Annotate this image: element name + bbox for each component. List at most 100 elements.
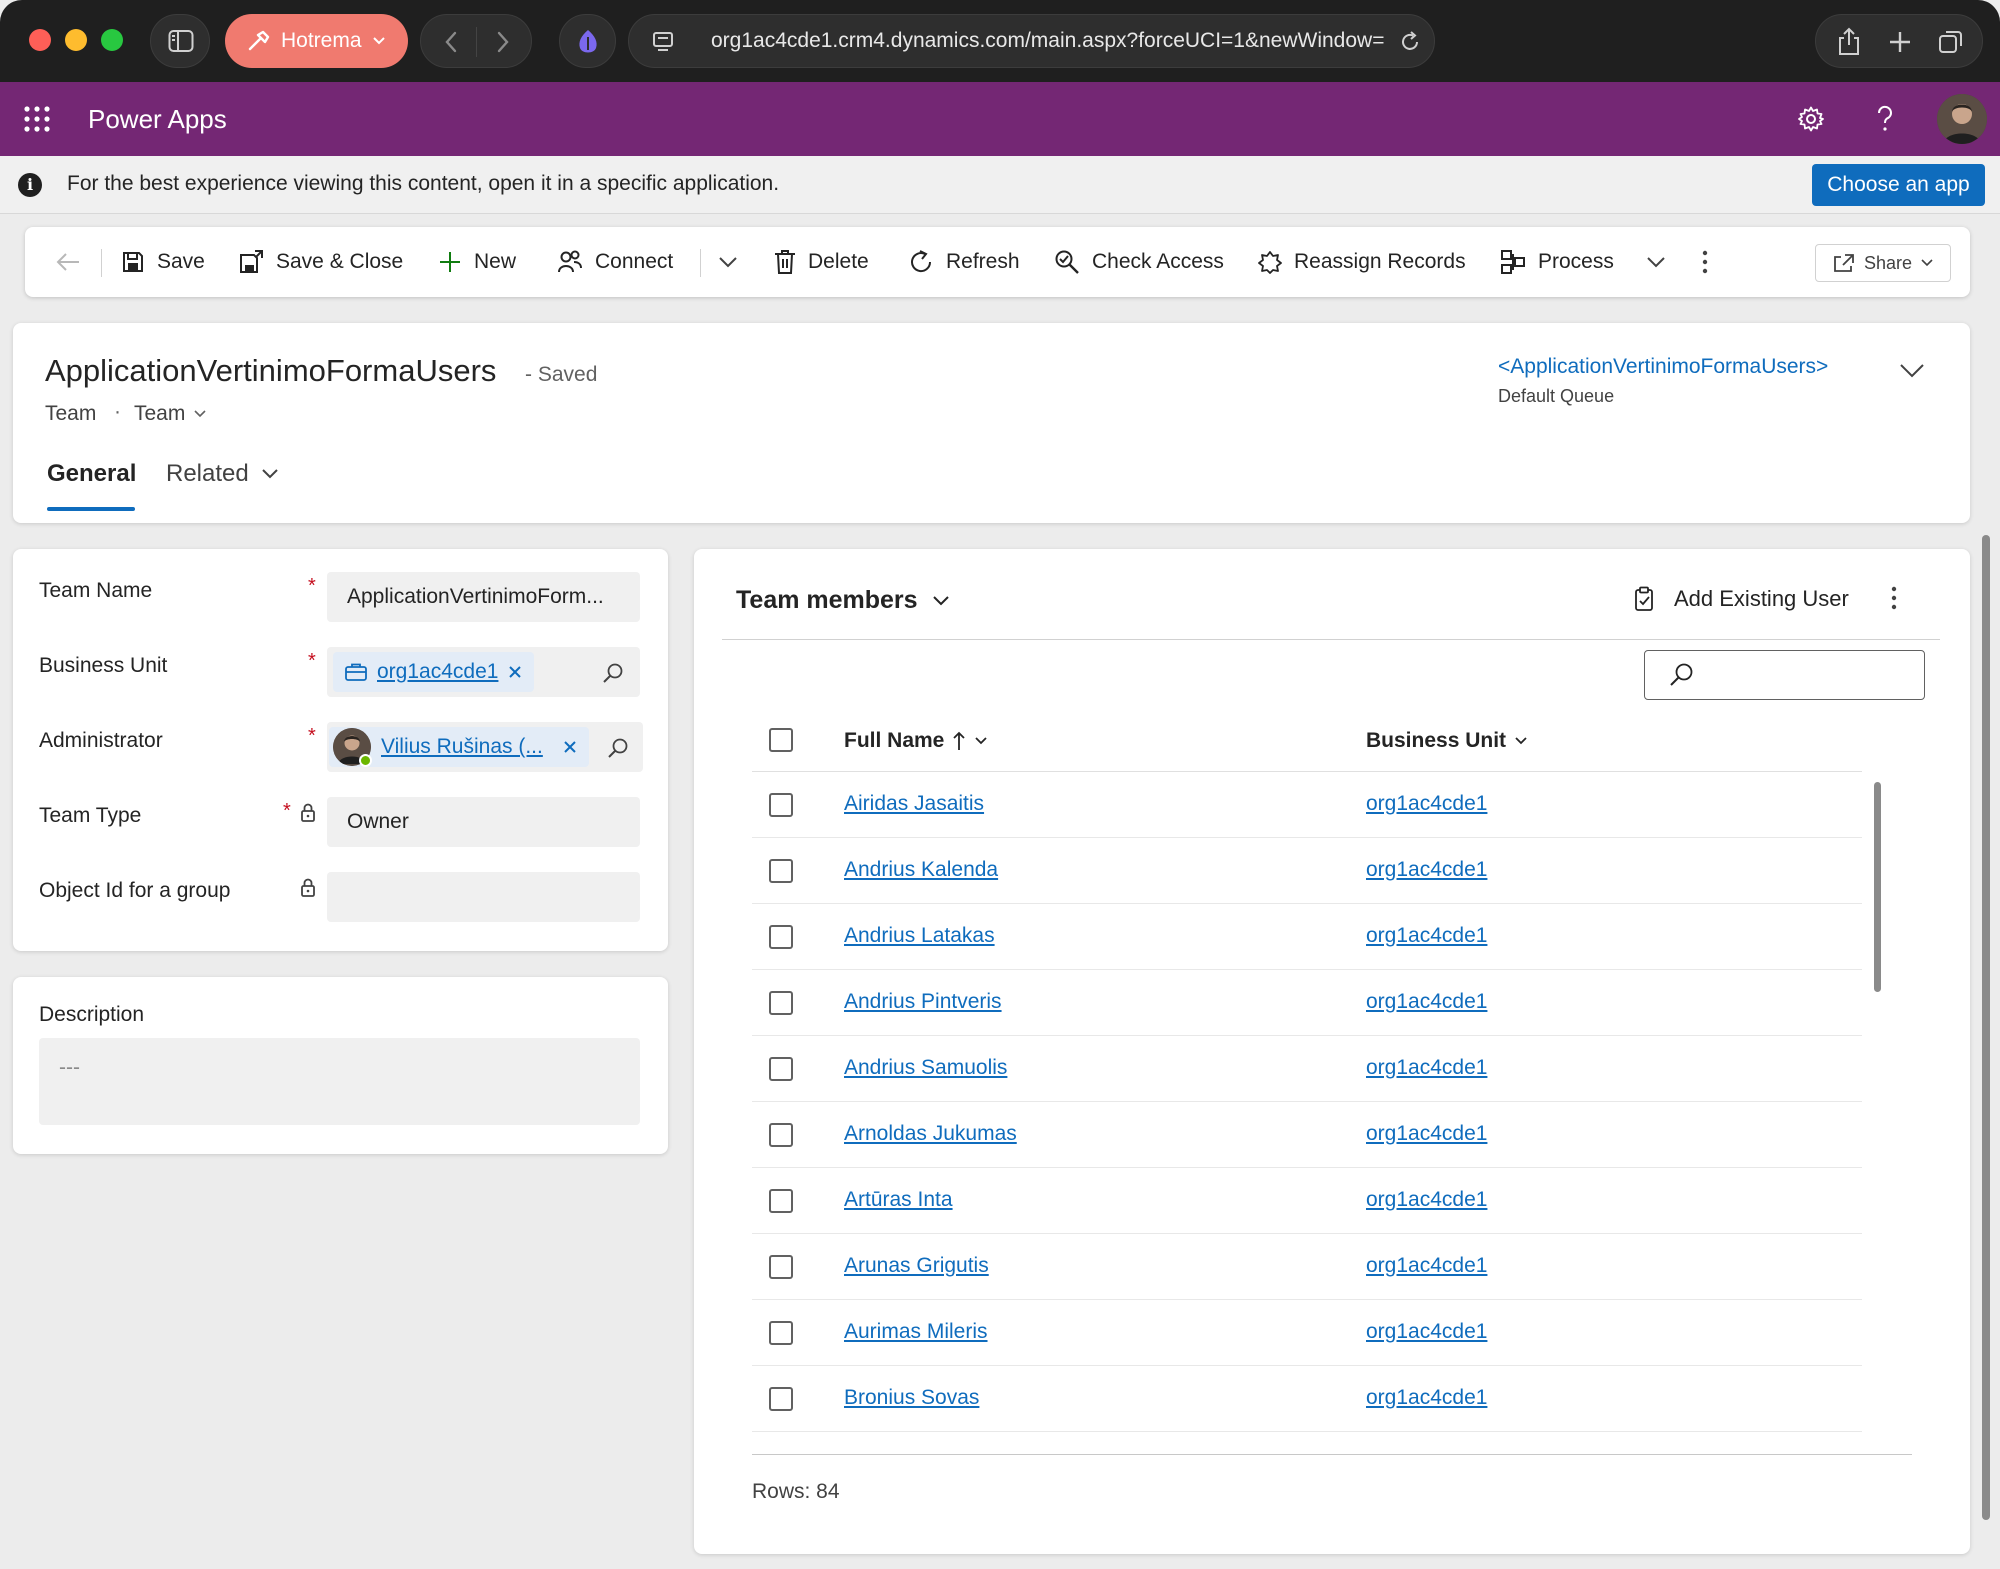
administrator-link[interactable]: Vilius Rušinas (... <box>381 735 543 759</box>
business-unit-link[interactable]: org1ac4cde1 <box>1366 924 1487 948</box>
share-page-icon[interactable] <box>1836 27 1862 57</box>
new-tab-icon[interactable] <box>1888 30 1912 54</box>
table-row[interactable]: Artūras Inta org1ac4cde1 <box>752 1168 1862 1234</box>
refresh-button[interactable]: Refresh <box>908 227 1020 297</box>
minimize-window-button[interactable] <box>65 29 87 51</box>
waffle-icon[interactable] <box>24 106 50 132</box>
address-bar[interactable]: org1ac4cde1.crm4.dynamics.com/main.aspx?… <box>628 14 1435 68</box>
form-selector[interactable]: Team <box>134 402 207 426</box>
row-checkbox[interactable] <box>769 1321 793 1345</box>
process-button[interactable]: Process <box>1500 227 1666 297</box>
business-unit-link[interactable]: org1ac4cde1 <box>1366 1386 1487 1410</box>
search-icon[interactable] <box>602 662 624 684</box>
save-button[interactable]: Save <box>121 227 205 297</box>
row-checkbox[interactable] <box>769 925 793 949</box>
full-name-link[interactable]: Andrius Pintveris <box>844 990 1002 1014</box>
table-row[interactable]: Andrius Samuolis org1ac4cde1 <box>752 1036 1862 1102</box>
chevron-down-icon[interactable] <box>718 255 738 269</box>
page-scrollbar[interactable] <box>1982 535 1990 1520</box>
tab-related[interactable]: Related <box>166 460 279 488</box>
expand-header-icon[interactable] <box>1899 363 1925 379</box>
business-unit-link[interactable]: org1ac4cde1 <box>1366 792 1487 816</box>
gear-icon[interactable] <box>1798 106 1824 132</box>
subgrid-search-input[interactable] <box>1644 650 1925 700</box>
row-checkbox[interactable] <box>769 1255 793 1279</box>
view-selector[interactable]: Team members <box>736 586 950 615</box>
row-checkbox[interactable] <box>769 1123 793 1147</box>
remove-icon[interactable] <box>563 740 577 754</box>
full-name-link[interactable]: Arnoldas Jukumas <box>844 1122 1017 1146</box>
add-existing-user-button[interactable]: Add Existing User <box>1634 586 1849 612</box>
business-unit-lookup[interactable]: org1ac4cde1 <box>327 647 640 697</box>
business-unit-link[interactable]: org1ac4cde1 <box>1366 1254 1487 1278</box>
table-row[interactable]: Bronius Sovas org1ac4cde1 <box>752 1366 1862 1432</box>
column-header-full-name[interactable]: Full Name <box>844 729 988 753</box>
search-icon[interactable] <box>607 737 629 759</box>
select-all-checkbox[interactable] <box>769 728 793 752</box>
full-name-link[interactable]: Andrius Kalenda <box>844 858 998 882</box>
check-access-button[interactable]: Check Access <box>1054 227 1224 297</box>
save-close-button[interactable]: Save & Close <box>238 227 403 297</box>
row-checkbox[interactable] <box>769 991 793 1015</box>
table-row[interactable]: Airidas Jasaitis org1ac4cde1 <box>752 772 1862 838</box>
description-input[interactable]: --- <box>39 1038 640 1125</box>
owner-link[interactable]: <ApplicationVertinimoFormaUsers> <box>1498 355 1828 379</box>
business-unit-link[interactable]: org1ac4cde1 <box>1366 1320 1487 1344</box>
table-row[interactable]: Aurimas Mileris org1ac4cde1 <box>752 1300 1862 1366</box>
business-unit-link[interactable]: org1ac4cde1 <box>1366 990 1487 1014</box>
full-name-link[interactable]: Andrius Latakas <box>844 924 995 948</box>
row-checkbox[interactable] <box>769 1387 793 1411</box>
table-row[interactable]: Arunas Grigutis org1ac4cde1 <box>752 1234 1862 1300</box>
reassign-records-button[interactable]: Reassign Records <box>1258 227 1466 297</box>
team-name-input[interactable]: ApplicationVertinimoForm... <box>327 572 640 622</box>
avatar[interactable] <box>1937 94 1987 144</box>
row-checkbox[interactable] <box>769 859 793 883</box>
grid-scrollbar[interactable] <box>1874 782 1881 992</box>
full-name-link[interactable]: Arunas Grigutis <box>844 1254 989 1278</box>
full-name-link[interactable]: Aurimas Mileris <box>844 1320 988 1344</box>
connect-button[interactable]: Connect <box>557 227 673 297</box>
help-icon[interactable] <box>1875 105 1895 133</box>
remove-icon[interactable] <box>508 665 522 679</box>
table-row[interactable]: Andrius Kalenda org1ac4cde1 <box>752 838 1862 904</box>
table-row[interactable]: Arnoldas Jukumas org1ac4cde1 <box>752 1102 1862 1168</box>
column-header-business-unit[interactable]: Business Unit <box>1366 729 1528 753</box>
full-name-link[interactable]: Andrius Samuolis <box>844 1056 1007 1080</box>
site-info-icon[interactable] <box>651 30 675 54</box>
tab-general[interactable]: General <box>47 460 136 488</box>
share-button[interactable]: Share <box>1815 244 1951 282</box>
close-window-button[interactable] <box>29 29 51 51</box>
administrator-lookup[interactable]: Vilius Rušinas (... <box>327 722 643 772</box>
required-marker: * <box>308 725 316 747</box>
maximize-window-button[interactable] <box>101 29 123 51</box>
app-title[interactable]: Power Apps <box>88 104 227 135</box>
delete-button[interactable]: Delete <box>774 227 869 297</box>
chevron-down-icon <box>372 37 385 45</box>
business-unit-link[interactable]: org1ac4cde1 <box>1366 858 1487 882</box>
business-unit-link[interactable]: org1ac4cde1 <box>1366 1188 1487 1212</box>
profile-button[interactable]: Hotrema <box>225 14 408 68</box>
more-commands-icon[interactable] <box>1701 249 1709 275</box>
table-row[interactable]: Andrius Pintveris org1ac4cde1 <box>752 970 1862 1036</box>
choose-app-button[interactable]: Choose an app <box>1812 164 1985 206</box>
row-checkbox[interactable] <box>769 1057 793 1081</box>
forward-icon[interactable] <box>495 30 511 54</box>
back-arrow-icon[interactable] <box>55 251 81 273</box>
extension-button[interactable] <box>559 14 616 68</box>
back-icon[interactable] <box>443 30 459 54</box>
full-name-link[interactable]: Airidas Jasaitis <box>844 792 984 816</box>
table-row[interactable]: Andrius Latakas org1ac4cde1 <box>752 904 1862 970</box>
business-unit-link[interactable]: org1ac4cde1 <box>1366 1056 1487 1080</box>
row-checkbox[interactable] <box>769 1189 793 1213</box>
business-unit-link[interactable]: org1ac4cde1 <box>1366 1122 1487 1146</box>
more-options-icon[interactable] <box>1890 585 1898 611</box>
sidebar-toggle-button[interactable] <box>150 14 210 68</box>
tab-overview-icon[interactable] <box>1938 29 1964 55</box>
business-unit-link[interactable]: org1ac4cde1 <box>377 660 498 684</box>
full-name-link[interactable]: Bronius Sovas <box>844 1386 979 1410</box>
new-button[interactable]: New <box>438 227 516 297</box>
full-name-link[interactable]: Artūras Inta <box>844 1188 953 1212</box>
reload-icon[interactable] <box>1399 31 1421 53</box>
row-checkbox[interactable] <box>769 793 793 817</box>
record-title: ApplicationVertinimoFormaUsers <box>45 353 497 388</box>
